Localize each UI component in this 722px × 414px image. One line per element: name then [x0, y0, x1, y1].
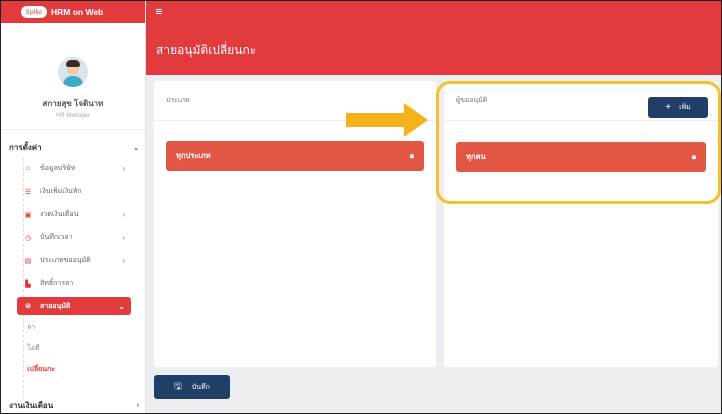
sidebar-item-company[interactable]: ⌂ ข้อมูลบริษัท › — [23, 157, 125, 180]
save-button[interactable]: 🖫 บันทึก — [154, 375, 230, 399]
user-name: สกายสุข โจตินาท — [42, 99, 104, 108]
chevron-down-icon: ⌄ — [118, 301, 125, 311]
save-button-label: บันทึก — [191, 383, 210, 391]
sidebar-item-label: บันทึกเวลา — [40, 234, 73, 241]
pointer-arrow-icon — [346, 103, 428, 137]
submenu-item-shift-change[interactable]: เปลี่ยนกะ — [27, 359, 125, 380]
lock-icon: 🔒︎ — [409, 151, 414, 160]
section-label: งานเงินเดือน — [9, 401, 54, 410]
submenu-item-leave[interactable]: ลา — [27, 317, 125, 338]
chevron-right-icon: › — [122, 256, 125, 265]
sidebar-item-label: ข้อมูลบริษัท — [40, 165, 76, 172]
app-window: Spike HRM on Web สกายสุข โจตินาท HR Mana… — [0, 0, 722, 414]
sidebar-item-label: สายอนุมัติ — [40, 302, 71, 310]
home-icon: ⌂ — [25, 165, 31, 172]
user-profile: สกายสุข โจตินาท HR Manager — [1, 23, 145, 130]
list-icon: ☰ — [24, 188, 32, 196]
chevron-right-icon: › — [122, 164, 125, 173]
sidebar: Spike HRM on Web สกายสุข โจตินาท HR Mana… — [1, 1, 146, 413]
card-icon: ▤ — [24, 257, 32, 265]
sidebar-item-leave-rights[interactable]: ▙ สิทธิ์การลา — [23, 272, 125, 295]
page-title: สายอนุมัติเปลี่ยนกะ — [156, 43, 257, 57]
save-icon: 🖫 — [174, 381, 182, 391]
top-bar — [146, 1, 721, 23]
file-icon: ▙ — [25, 280, 31, 288]
type-item-label: ทุกประเภท — [176, 151, 211, 160]
submenu-item-ot[interactable]: โอที — [27, 338, 125, 359]
section-label: การตั้งค่า — [9, 143, 42, 152]
sidebar-item-approval-type[interactable]: ▤ ประเภทขออนุมัติ › — [23, 249, 125, 272]
chevron-right-icon: › — [136, 402, 139, 409]
check-circle-icon: ⊘ — [25, 303, 31, 310]
avatar[interactable] — [58, 57, 88, 87]
chevron-right-icon: › — [122, 233, 125, 242]
clock-icon: ◷ — [24, 234, 32, 242]
settings-menu: ⌂ ข้อมูลบริษัท › ☰ เงินเพิ่มเงินหัก ▣ งว… — [17, 157, 131, 380]
chevron-down-icon: ⌄ — [133, 144, 139, 152]
sidebar-item-approval-line[interactable]: ⊘ สายอนุมัติ ⌄ — [17, 297, 131, 315]
chevron-right-icon: › — [122, 210, 125, 219]
type-item-all[interactable]: ทุกประเภท 🔒︎ — [166, 141, 424, 171]
brand-logo[interactable]: Spike — [21, 6, 47, 18]
sidebar-section-payroll[interactable]: งานเงินเดือน › — [9, 399, 139, 412]
sidebar-item-label: เงินเพิ่มเงินหัก — [40, 188, 82, 195]
sidebar-section-settings[interactable]: การตั้งค่า ⌄ — [9, 141, 139, 154]
user-role: HR Manager — [55, 113, 90, 119]
app-title[interactable]: HRM on Web — [51, 7, 103, 17]
type-panel-title: ประเภท — [166, 97, 190, 104]
money-icon: ▣ — [24, 211, 32, 219]
sidebar-item-label: งวดเงินเดือน — [40, 211, 79, 218]
sidebar-item-label: สิทธิ์การลา — [40, 280, 74, 287]
approval-submenu: ลา โอที เปลี่ยนกะ — [27, 317, 125, 380]
sidebar-item-timesheet[interactable]: ◷ บันทึกเวลา › — [23, 226, 125, 249]
sidebar-item-allowance[interactable]: ☰ เงินเพิ่มเงินหัก — [23, 180, 125, 203]
brand-bar: Spike HRM on Web — [1, 1, 145, 23]
sidebar-item-label: ประเภทขออนุมัติ — [40, 257, 91, 264]
highlight-box — [436, 81, 721, 204]
menu-toggle-icon[interactable] — [156, 9, 162, 14]
page-header: สายอนุมัติเปลี่ยนกะ — [146, 23, 721, 75]
sidebar-item-payroll-period[interactable]: ▣ งวดเงินเดือน › — [23, 203, 125, 226]
